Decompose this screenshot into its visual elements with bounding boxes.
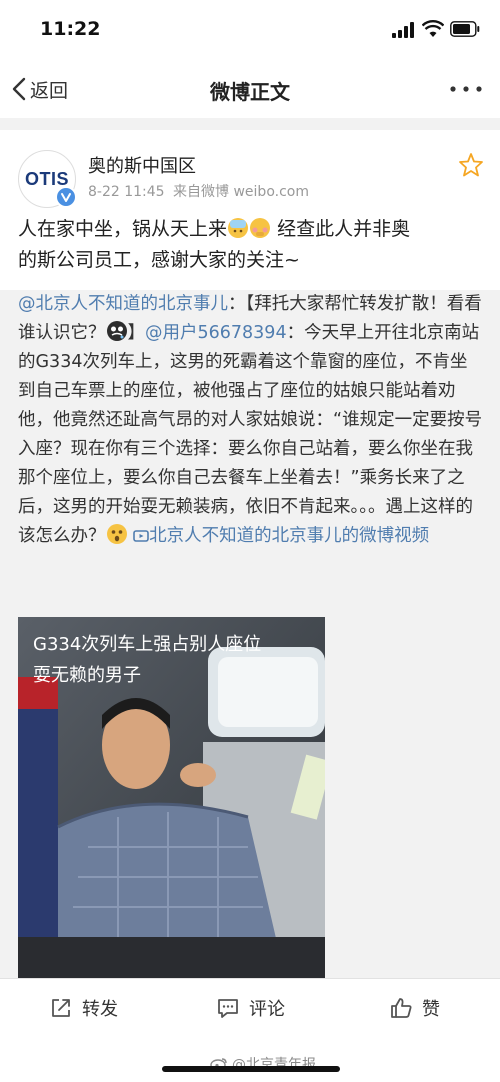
- video-caption-line1: G334次列车上强占别人座位: [33, 634, 262, 655]
- video-link-icon: [133, 530, 149, 542]
- post-meta: 8-22 11:45 来自微博 weibo.com: [88, 181, 313, 201]
- star-icon[interactable]: [458, 152, 484, 178]
- repost-text: @北京人不知道的北京事儿：【拜托大家帮忙转发扩散！看看谁认识它？ 】@用户5667…: [18, 290, 484, 551]
- reposted-weibo[interactable]: @北京人不知道的北京事儿：【拜托大家帮忙转发扩散！看看谁认识它？ 】@用户5667…: [0, 290, 500, 978]
- action-bar: 转发 评论 赞: [0, 978, 500, 1039]
- mention-link[interactable]: @北京人不知道的北京事儿: [18, 294, 228, 314]
- post-date: 8-22 11:45: [88, 184, 165, 200]
- battery-icon: [450, 21, 480, 37]
- status-time: 11:22: [40, 18, 101, 40]
- video-thumbnail[interactable]: G334次列车上强占别人座位 耍无赖的男子: [18, 617, 325, 978]
- post-text-part3: 的斯公司员工，感谢大家的关注~: [18, 249, 300, 271]
- video-caption-line2: 耍无赖的男子: [33, 665, 141, 686]
- cellular-signal-icon: [392, 22, 414, 38]
- comment-label: 评论: [249, 999, 285, 1020]
- nav-bar: 返回 微博正文: [0, 60, 500, 119]
- repost-label: 转发: [82, 999, 118, 1020]
- more-options-icon[interactable]: [448, 84, 484, 94]
- user-mention-link[interactable]: @用户56678394: [145, 323, 287, 343]
- like-button[interactable]: 赞: [390, 995, 440, 1021]
- post-text-part1: 人在家中坐，锅从天上来: [18, 218, 228, 240]
- comment-icon: [218, 999, 238, 1018]
- weibo-post: OTIS 奥的斯中国区 8-22 11:45 来自微博 weibo.com 人在…: [0, 130, 500, 978]
- repost-text-part2: 】: [127, 323, 146, 343]
- sad-emoji-icon: [106, 524, 127, 544]
- post-source: 来自微博 weibo.com: [173, 184, 309, 200]
- video-link[interactable]: 北京人不知道的北京事儿的微博视频: [149, 526, 429, 546]
- repost-button[interactable]: 转发: [50, 995, 118, 1021]
- post-text-part2: 经查此人并非奥: [277, 218, 411, 240]
- page-title: 微博正文: [210, 80, 290, 104]
- status-bar: 11:22: [0, 0, 500, 60]
- facepalm-emoji-icon: [228, 218, 249, 238]
- comment-button[interactable]: 评论: [217, 995, 285, 1021]
- verified-badge-icon: [55, 186, 77, 208]
- share-icon: [52, 999, 70, 1017]
- thumbs-up-icon: [391, 998, 412, 1018]
- video-caption: G334次列车上强占别人座位 耍无赖的男子: [33, 629, 323, 691]
- wifi-icon: [422, 20, 444, 37]
- repost-body: ：今天早上开往北京南站的G334次列车上，这男的死霸着这个靠窗的座位，不肯坐到自…: [18, 323, 483, 546]
- like-label: 赞: [422, 999, 440, 1020]
- embarrassed-emoji-icon: [250, 218, 271, 238]
- post-text: 人在家中坐，锅从天上来 经查此人并非奥的斯公司员工，感谢大家的关注~: [18, 214, 484, 276]
- home-indicator[interactable]: [162, 1066, 340, 1072]
- crying-emoji-icon: [106, 321, 127, 341]
- author-name[interactable]: 奥的斯中国区: [88, 152, 196, 178]
- section-divider: [0, 118, 500, 130]
